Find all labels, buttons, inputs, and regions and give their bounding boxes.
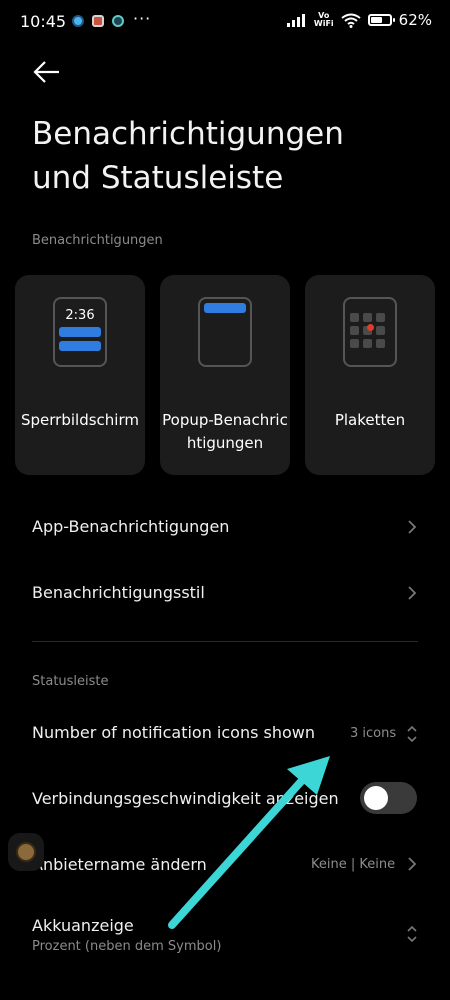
- chevron-right-icon: [408, 586, 417, 600]
- back-arrow-icon[interactable]: [32, 58, 62, 86]
- app-notification-icon: [92, 15, 104, 27]
- section-label-statusbar: Statusleiste: [32, 674, 109, 689]
- carrier-value: Keine | Keine: [311, 857, 396, 872]
- row-label: Akkuanzeige: [32, 916, 134, 935]
- section-label-notifications: Benachrichtigungen: [32, 233, 163, 248]
- row-label: App-Benachrichtigungen: [32, 517, 230, 536]
- page-title: Benachrichtigungen und Statusleiste: [32, 116, 344, 196]
- card-label: Popup-Benachrichtigungen: [162, 411, 288, 452]
- badge-dot: [367, 324, 374, 331]
- updown-chevron-icon: [407, 725, 417, 743]
- row-label: Number of notification icons shown: [32, 723, 316, 742]
- row-battery-indicator[interactable]: Akkuanzeige Prozent (neben dem Symbol): [0, 906, 450, 970]
- badges-preview: [343, 297, 397, 367]
- system-icons: Vo WiFi 62%: [286, 11, 432, 29]
- chevron-right-icon: [408, 857, 417, 871]
- row-label: Anbietername ändern: [32, 855, 207, 874]
- vowifi-icon: Vo WiFi: [313, 11, 334, 28]
- status-bar: 10:45 ··· Vo WiFi 62%: [0, 0, 450, 44]
- app-grid: [350, 313, 385, 348]
- divider: [32, 641, 418, 642]
- row-app-notifications[interactable]: App-Benachrichtigungen: [0, 500, 450, 554]
- wifi-icon: [341, 13, 361, 28]
- app-notification-icon: [72, 15, 84, 27]
- notification-icons: [72, 15, 124, 27]
- lockscreen-preview: 2:36: [53, 297, 107, 367]
- row-notification-icons-count[interactable]: Number of notification icons shown 3 ico…: [0, 706, 450, 760]
- row-carrier-name[interactable]: Anbietername ändern Keine | Keine: [0, 838, 450, 892]
- battery-level: [370, 17, 382, 23]
- connection-speed-toggle[interactable]: [360, 782, 417, 814]
- preview-notification-bar: [59, 341, 101, 351]
- card-popup[interactable]: Popup-Benachrichtigungen: [160, 275, 290, 475]
- app-notification-icon: [112, 15, 124, 27]
- card-badges[interactable]: Plaketten: [305, 275, 435, 475]
- chevron-right-icon: [408, 520, 417, 534]
- icons-count-value: 3 icons: [350, 726, 397, 741]
- battery-percent: 62%: [398, 11, 432, 29]
- row-sublabel: Prozent (neben dem Symbol): [32, 939, 222, 954]
- preview-time: 2:36: [65, 308, 95, 323]
- preview-notification-bar: [59, 327, 101, 337]
- card-label: Plaketten: [334, 411, 406, 429]
- row-notification-style[interactable]: Benachrichtigungsstil: [0, 566, 450, 620]
- more-notifications-icon: ···: [133, 9, 152, 28]
- row-label: Benachrichtigungsstil: [32, 583, 205, 602]
- toggle-knob: [364, 786, 388, 810]
- card-lockscreen[interactable]: 2:36 Sperrbildschirm: [15, 275, 145, 475]
- floating-bubble-icon: [16, 842, 36, 862]
- status-time: 10:45: [20, 12, 67, 31]
- card-label: Sperrbildschirm: [21, 411, 139, 429]
- row-label: Verbindungsgeschwindigkeit anzeigen: [32, 789, 339, 808]
- battery-icon: [367, 14, 395, 26]
- floating-bubble[interactable]: [8, 833, 44, 871]
- signal-icon: [286, 13, 305, 27]
- preview-popup-bar: [204, 303, 246, 313]
- updown-chevron-icon: [407, 925, 417, 943]
- popup-preview: [198, 297, 252, 367]
